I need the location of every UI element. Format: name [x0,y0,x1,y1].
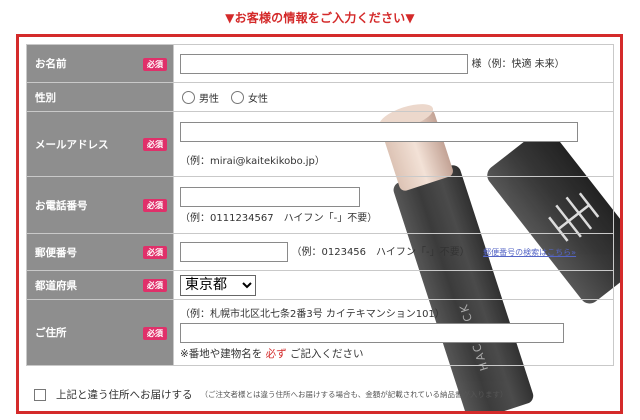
required-badge: 必須 [143,279,167,292]
address-example: （例：札幌市北区北七条2番3号 カイテキマンション101） [180,308,445,320]
address-warning: ※番地や建物名を 必ず ご記入ください [180,346,607,361]
gender-label: 性別 [35,91,56,104]
phone-field-cell: （例：0111234567 ハイフン「-」不要） [173,176,614,234]
address-input[interactable] [180,322,564,343]
different-address-note: （ご注文者様とは違う住所へお届けする場合も、金額が記載されている納品書が入ります… [200,390,508,399]
different-address-label[interactable]: 上記と違う住所へお届けする [56,387,193,402]
name-row: お名前 必須 様（例：快適 未来） [26,44,614,83]
email-label-cell: メールアドレス 必須 [26,111,174,177]
postal-lookup-link[interactable]: 郵便番号の検索はこちら» [483,248,576,257]
required-badge: 必須 [143,199,167,212]
phone-example: （例：0111234567 ハイフン「-」不要） [180,212,378,224]
address-warning-emphasis: 必ず [265,347,287,360]
email-row: メールアドレス 必須 （例：mirai@kaitekikobo.jp） [26,111,614,177]
prefecture-select[interactable]: 東京都 [180,274,256,296]
gender-female-label[interactable]: 女性 [248,90,268,105]
address-label: ご住所 [35,327,67,339]
form-heading: ▼お客様の情報をご入力ください▼ [225,11,415,25]
different-address-checkbox[interactable] [34,388,46,401]
email-input[interactable] [180,121,578,142]
address-field-cell: （例：札幌市北区北七条2番3号 カイテキマンション101） ※番地や建物名を 必… [173,299,614,366]
gender-field-cell: 男性 女性 [173,82,614,112]
form-table: お名前 必須 様（例：快適 未来） 性別 男性 女性 メールアドレス 必須 （例… [26,44,614,366]
postal-field-cell: （例：0123456 ハイフン「-」不要） 郵便番号の検索はこちら» [173,233,614,271]
name-input[interactable] [180,53,468,74]
required-badge: 必須 [143,57,167,71]
prefecture-row: 都道府県 必須 東京都 [26,270,614,300]
phone-label-cell: お電話番号 必須 [26,176,174,234]
gender-female-radio[interactable] [231,90,244,104]
phone-label: お電話番号 [35,199,88,212]
required-badge: 必須 [143,138,167,151]
gender-label-cell: 性別 [26,82,174,112]
email-field-cell: （例：mirai@kaitekikobo.jp） [173,111,614,177]
name-label-cell: お名前 必須 [26,44,174,83]
address-warning-pre: ※番地や建物名を [180,347,263,360]
email-label: メールアドレス [35,138,109,151]
name-suffix: 様（例：快適 未来） [471,58,565,70]
postal-input[interactable] [180,242,288,262]
customer-info-form: HACKTICK お名前 必須 様（例：快適 未来） [16,34,623,414]
postal-row: 郵便番号 必須 （例：0123456 ハイフン「-」不要） 郵便番号の検索はこち… [26,233,614,271]
address-warning-post: ご記入ください [290,347,364,360]
postal-label: 郵便番号 [35,246,77,259]
address-label-cell: ご住所 必須 [26,299,174,366]
address-row: ご住所 必須 （例：札幌市北区北七条2番3号 カイテキマンション101） ※番地… [26,299,614,366]
prefecture-field-cell: 東京都 [173,270,614,300]
prefecture-label-cell: 都道府県 必須 [26,270,174,300]
gender-male-radio[interactable] [182,90,195,104]
required-badge: 必須 [143,246,167,259]
name-label: お名前 [35,58,67,70]
gender-row: 性別 男性 女性 [26,82,614,112]
prefecture-label: 都道府県 [35,279,77,292]
email-example: （例：mirai@kaitekikobo.jp） [180,155,325,167]
phone-row: お電話番号 必須 （例：0111234567 ハイフン「-」不要） [26,176,614,234]
postal-label-cell: 郵便番号 必須 [26,233,174,271]
name-field-cell: 様（例：快適 未来） [173,44,614,83]
postal-example: （例：0123456 ハイフン「-」不要） [291,247,470,258]
phone-input[interactable] [180,186,360,207]
gender-male-label[interactable]: 男性 [199,90,219,105]
different-address-option[interactable]: 上記と違う住所へお届けする （ご注文者様とは違う住所へお届けする場合も、金額が記… [34,387,508,402]
required-badge: 必須 [143,326,167,340]
